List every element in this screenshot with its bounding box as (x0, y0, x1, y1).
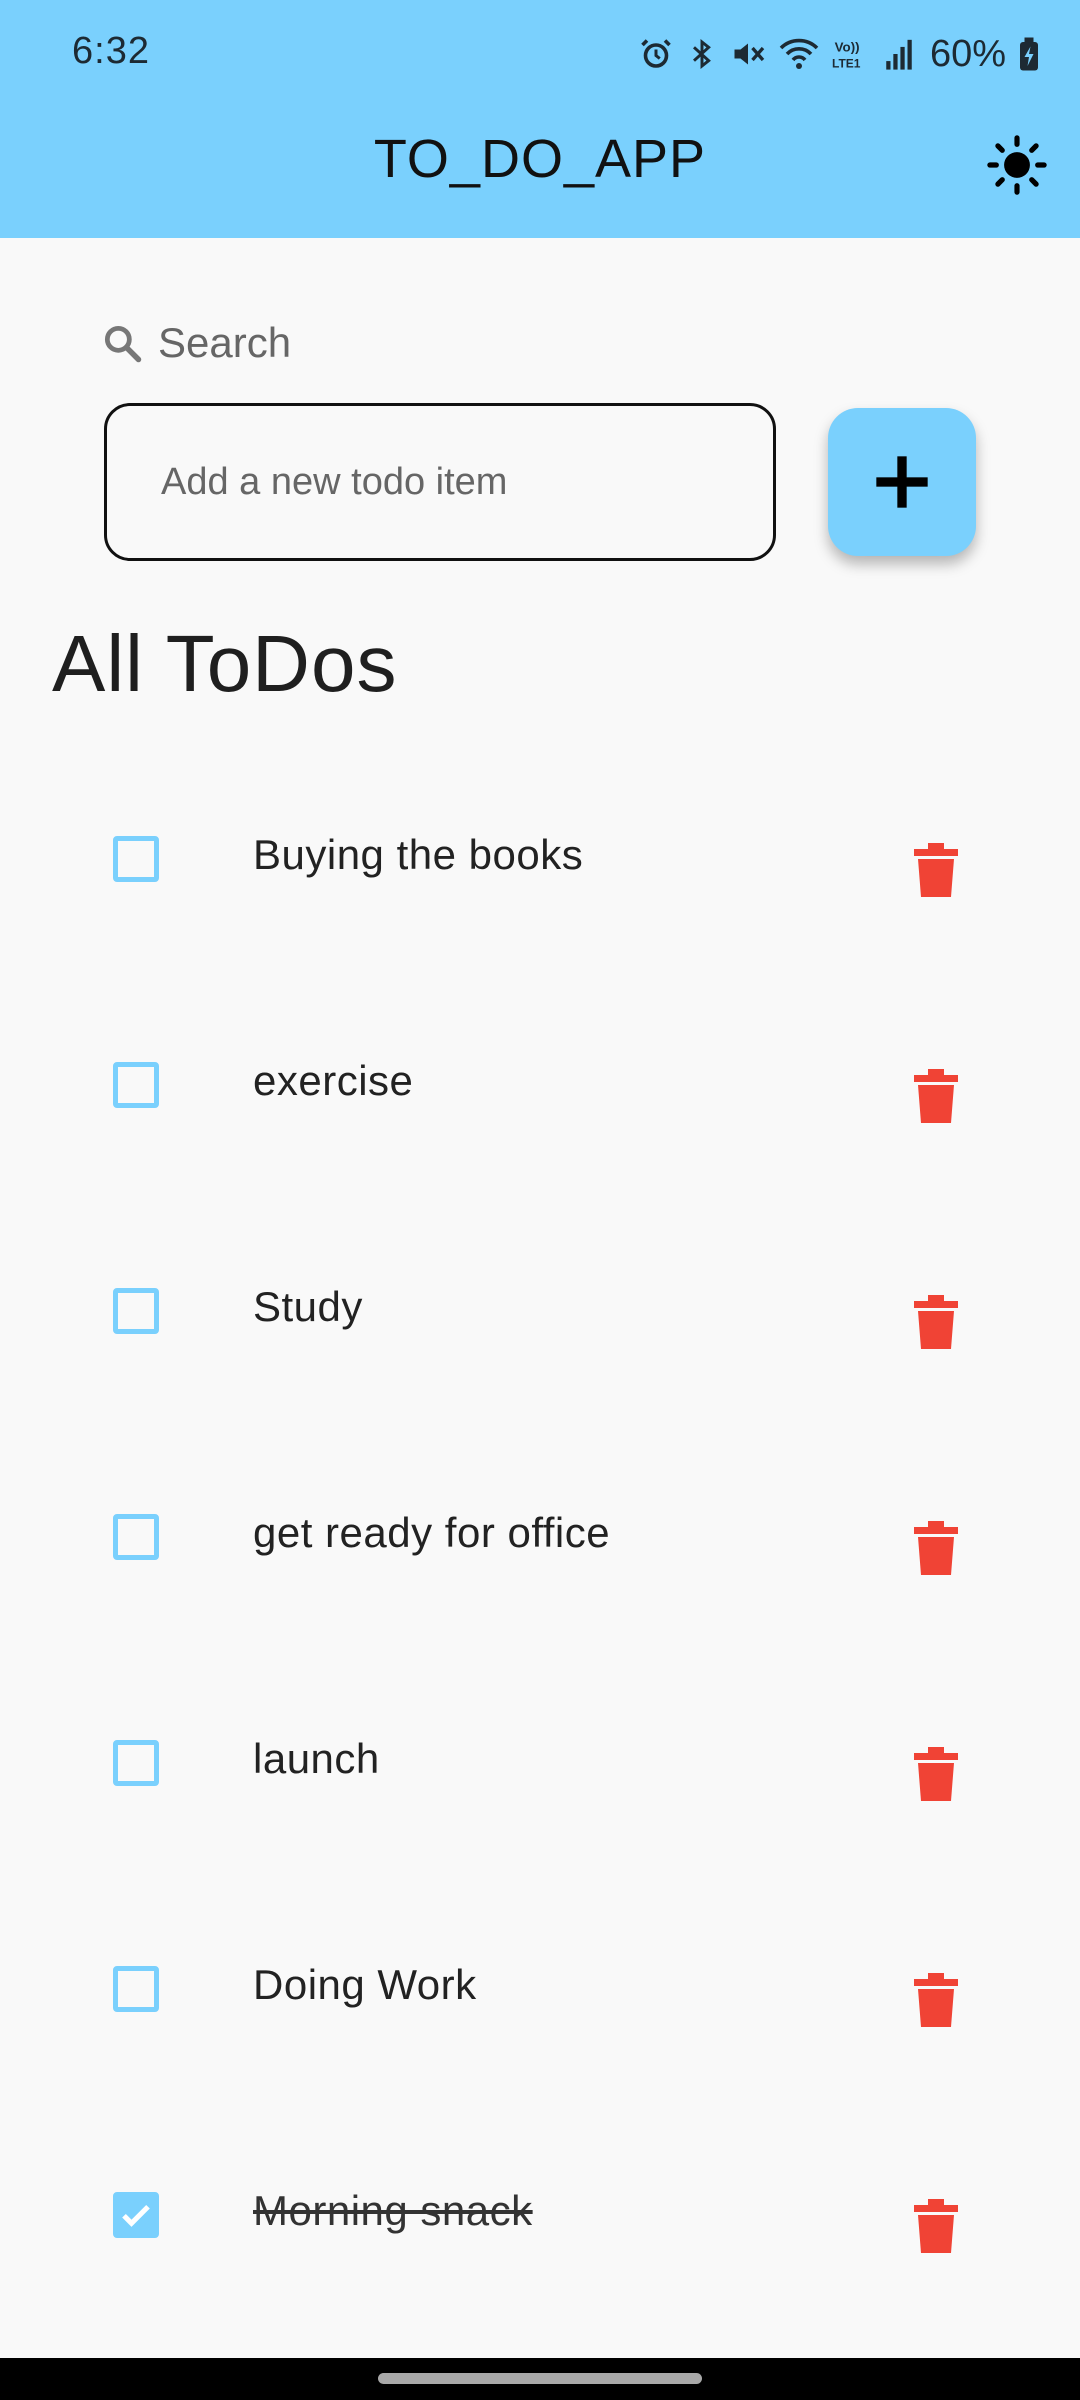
todo-item: get ready for office (0, 1423, 1080, 1649)
search-input[interactable] (158, 319, 758, 367)
section-title: All ToDos (52, 619, 398, 708)
battery-charging-icon (1020, 37, 1038, 71)
wifi-icon (779, 38, 819, 69)
todo-checkbox[interactable] (113, 1740, 159, 1786)
status-icons: Vo)) LTE1 60% (638, 26, 1040, 82)
system-nav-bar (0, 2358, 1080, 2400)
todo-checkbox[interactable] (113, 1514, 159, 1560)
todo-text[interactable]: launch (253, 1735, 380, 1783)
delete-icon[interactable] (914, 2199, 958, 2253)
delete-icon[interactable] (914, 1295, 958, 1349)
status-bar: 6:32 Vo)) LTE1 60% (0, 0, 1080, 108)
checkmark-icon (122, 2204, 150, 2227)
todo-list: Buying the books exercise Study get read… (0, 745, 1080, 2327)
todo-checkbox[interactable] (113, 1062, 159, 1108)
todo-checkbox-checked[interactable] (113, 2192, 159, 2238)
sun-icon (987, 135, 1047, 195)
app-title: TO_DO_APP (373, 129, 707, 189)
delete-icon[interactable] (914, 1747, 958, 1801)
new-todo-input[interactable] (161, 460, 721, 504)
battery-percent: 60% (929, 32, 1006, 75)
todo-text[interactable]: Doing Work (253, 1961, 477, 2009)
add-todo-button[interactable] (828, 408, 976, 556)
mute-icon (734, 43, 765, 65)
delete-icon[interactable] (914, 1521, 958, 1575)
todo-text[interactable]: Morning snack (253, 2187, 533, 2235)
todo-item: Doing Work (0, 1875, 1080, 2101)
bluetooth-icon (692, 38, 711, 70)
todo-item: Morning snack (0, 2101, 1080, 2327)
home-gesture-handle[interactable] (378, 2373, 702, 2384)
theme-toggle-button[interactable] (982, 130, 1052, 200)
todo-checkbox[interactable] (113, 836, 159, 882)
search-icon (104, 325, 142, 363)
todo-item: launch (0, 1649, 1080, 1875)
todo-item: Buying the books (0, 745, 1080, 971)
delete-icon[interactable] (914, 843, 958, 897)
app-bar: 6:32 Vo)) LTE1 60% TO_DO_APP (0, 0, 1080, 238)
delete-icon[interactable] (914, 1973, 958, 2027)
delete-icon[interactable] (914, 1069, 958, 1123)
svg-text:LTE1: LTE1 (832, 56, 861, 70)
signal-icon (886, 39, 912, 70)
todo-item: Study (0, 1197, 1080, 1423)
todo-item: exercise (0, 971, 1080, 1197)
status-time: 6:32 (72, 30, 150, 72)
todo-text[interactable]: Study (253, 1283, 363, 1331)
search-bar[interactable] (100, 312, 900, 374)
alarm-icon (641, 39, 671, 68)
plus-icon (876, 456, 928, 508)
svg-text:Vo)): Vo)) (835, 39, 860, 54)
todo-checkbox[interactable] (113, 1966, 159, 2012)
todo-text[interactable]: Buying the books (253, 831, 583, 879)
todo-checkbox[interactable] (113, 1288, 159, 1334)
todo-text[interactable]: get ready for office (253, 1509, 610, 1557)
volte-icon: Vo)) LTE1 (832, 39, 861, 70)
new-todo-field[interactable] (104, 403, 776, 561)
todo-text[interactable]: exercise (253, 1057, 413, 1105)
